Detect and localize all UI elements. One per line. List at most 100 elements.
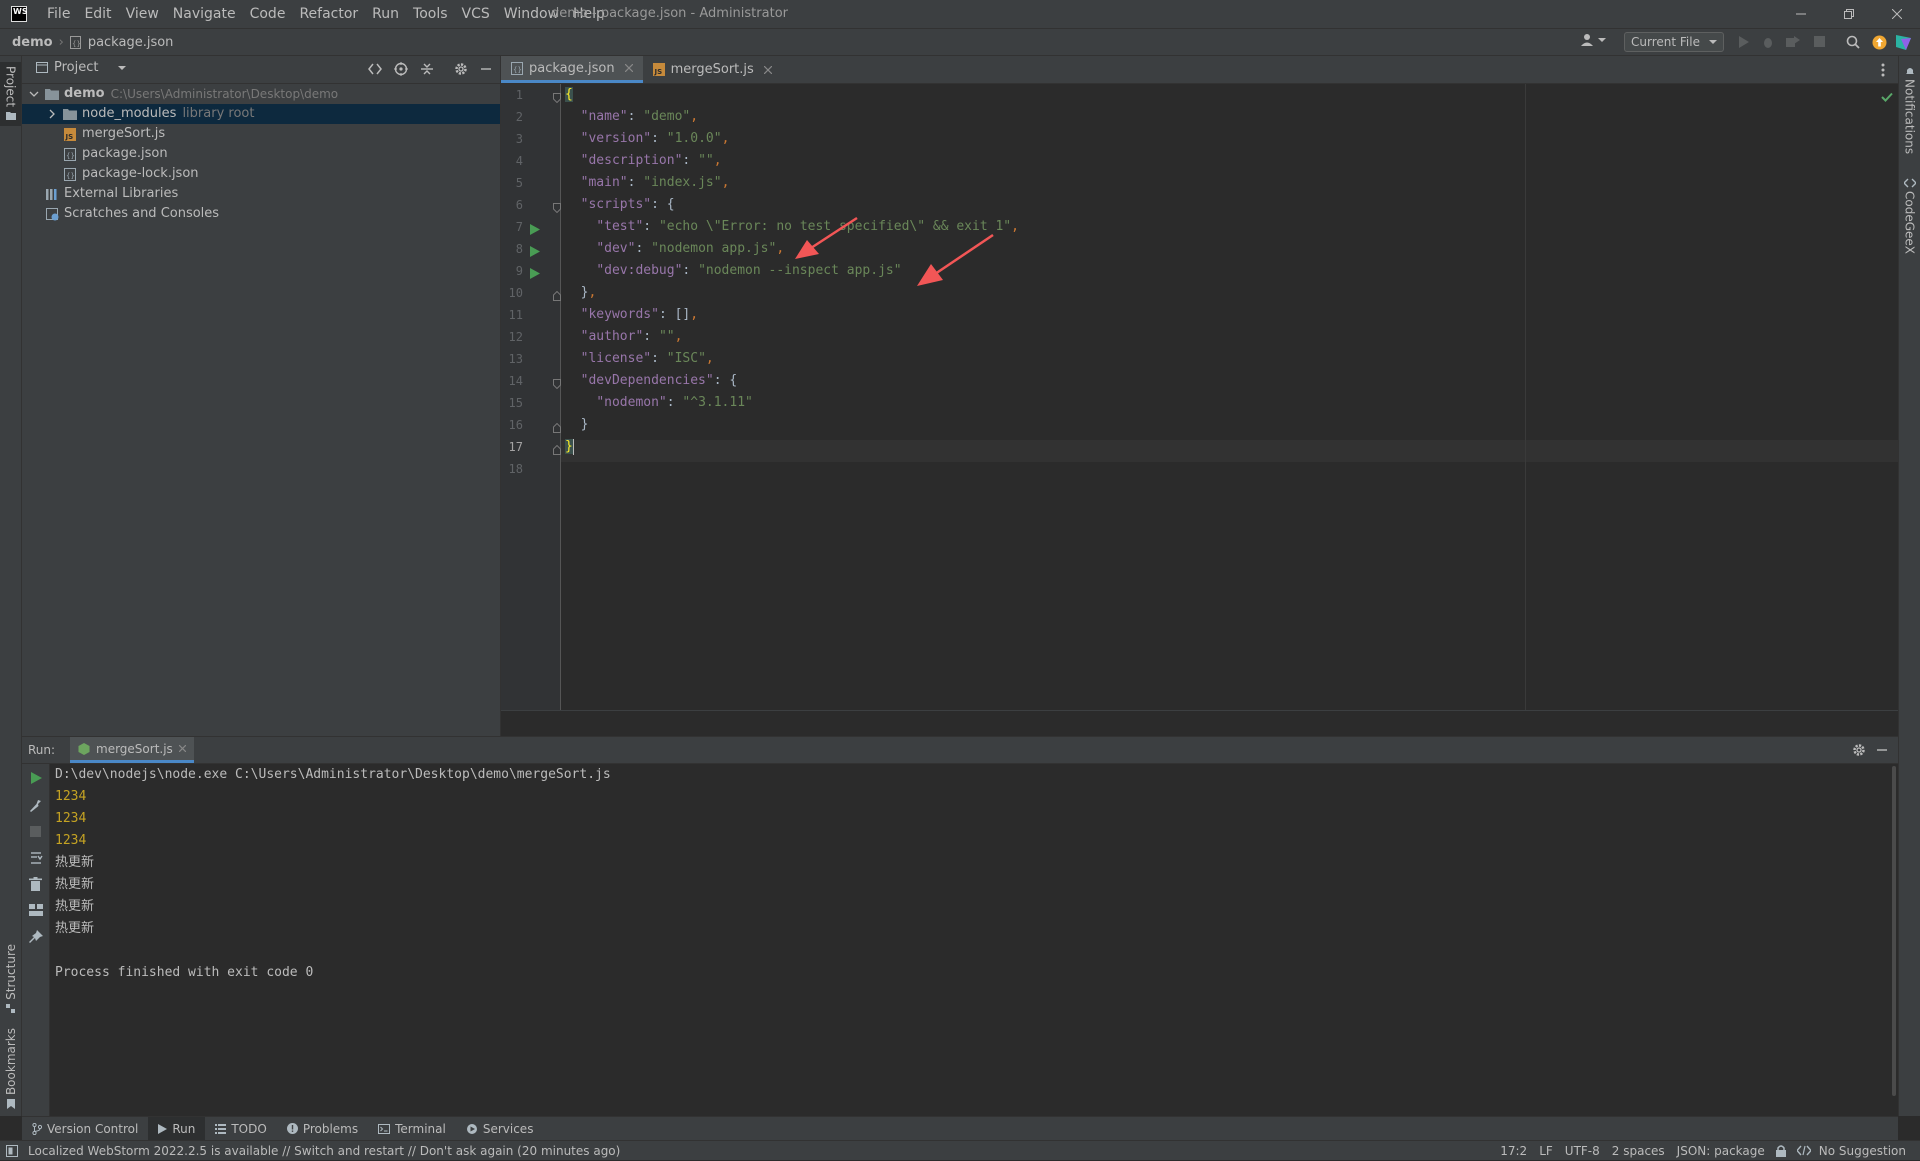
menu-vcs[interactable]: VCS — [455, 0, 497, 28]
chevron-down-icon — [1598, 38, 1606, 42]
svg-text:{}: {} — [72, 40, 81, 48]
collapse-all-button[interactable] — [420, 62, 434, 76]
fold-marker-icon[interactable] — [553, 291, 561, 301]
close-tab-icon[interactable] — [624, 64, 633, 72]
search-everywhere-button[interactable] — [1846, 35, 1860, 49]
select-opened-file-button[interactable] — [394, 62, 408, 76]
run-button[interactable] — [1738, 36, 1750, 48]
fold-marker-icon[interactable] — [553, 203, 561, 213]
minimize-button[interactable] — [1778, 0, 1824, 28]
close-tab-icon[interactable] — [763, 65, 772, 74]
editor-horizontal-scrollbar[interactable] — [501, 710, 1898, 736]
jetbrains-toolbox-icon[interactable] — [1896, 35, 1911, 50]
close-tab-icon[interactable] — [178, 745, 186, 752]
tab-mergesort-js[interactable]: JS mergeSort.js — [643, 56, 782, 83]
menu-refactor[interactable]: Refactor — [292, 0, 365, 28]
tool-tab-problems[interactable]: Problems — [277, 1117, 368, 1141]
svg-text:JS: JS — [65, 133, 74, 141]
menu-edit[interactable]: Edit — [77, 0, 118, 28]
more-tabs-button[interactable] — [1881, 63, 1885, 77]
trash-icon[interactable] — [29, 877, 42, 891]
menu-tools[interactable]: Tools — [406, 0, 455, 28]
restore-button[interactable] — [1826, 0, 1872, 28]
status-message[interactable]: Localized WebStorm 2022.2.5 is available… — [22, 1141, 626, 1161]
stop-icon[interactable] — [30, 826, 41, 837]
codegeex-tool-button[interactable]: CodeGeeX — [1899, 178, 1920, 254]
console-scrollbar[interactable] — [1890, 764, 1898, 1116]
run-script-dev-icon[interactable] — [530, 246, 540, 257]
code-line: "scripts": { — [580, 197, 675, 212]
run-configuration-select[interactable]: Current File — [1624, 32, 1724, 52]
run-script-dev-debug-icon[interactable] — [530, 268, 540, 279]
user-menu[interactable] — [1580, 33, 1606, 47]
rerun-play-icon[interactable] — [30, 772, 42, 784]
tool-tab-version-control[interactable]: Version Control — [22, 1117, 148, 1141]
fold-marker-icon[interactable] — [553, 423, 561, 433]
tree-node-node-modules[interactable]: node_modules library root — [22, 104, 500, 124]
breadcrumb-file[interactable]: package.json — [88, 35, 174, 50]
status-json-schema[interactable]: JSON: package — [1671, 1141, 1771, 1161]
status-suggestion[interactable]: No Suggestion — [1813, 1141, 1912, 1161]
svg-text:{}: {} — [66, 172, 75, 180]
fold-marker-icon[interactable] — [553, 445, 561, 455]
scroll-to-end-icon[interactable] — [29, 851, 43, 865]
layout-icon[interactable] — [29, 904, 43, 916]
coverage-button[interactable] — [1786, 36, 1800, 48]
lock-icon[interactable] — [1775, 1144, 1787, 1157]
list-icon — [215, 1123, 227, 1134]
menu-view[interactable]: View — [119, 0, 166, 28]
menu-code[interactable]: Code — [243, 0, 293, 28]
menu-navigate[interactable]: Navigate — [166, 0, 243, 28]
tree-node-scratches[interactable]: Scratches and Consoles — [22, 204, 500, 224]
status-caret-position[interactable]: 17:2 — [1494, 1141, 1533, 1161]
tree-node-mergesort-js[interactable]: JS mergeSort.js — [22, 124, 500, 144]
pin-icon[interactable] — [29, 930, 43, 944]
hide-run-panel-button[interactable] — [1876, 743, 1888, 757]
tree-node-package-lock-json[interactable]: {} package-lock.json — [22, 164, 500, 184]
fold-marker-icon[interactable] — [553, 379, 561, 389]
tree-node-package-json[interactable]: {} package.json — [22, 144, 500, 164]
menu-file[interactable]: File — [40, 0, 77, 28]
scratches-icon — [46, 207, 59, 220]
fold-marker-icon[interactable] — [553, 93, 561, 103]
hide-panel-button[interactable] — [480, 62, 492, 76]
tree-node-external-libraries[interactable]: External Libraries — [22, 184, 500, 204]
menu-run[interactable]: Run — [365, 0, 406, 28]
project-settings-button[interactable] — [454, 62, 468, 76]
project-view-selector[interactable]: Project — [36, 60, 127, 75]
project-tool-button[interactable]: Project — [0, 62, 21, 126]
breadcrumb-project[interactable]: demo — [12, 35, 53, 50]
update-button[interactable] — [1872, 35, 1887, 50]
more-vertical-icon — [1881, 63, 1885, 77]
status-indent[interactable]: 2 spaces — [1606, 1141, 1671, 1161]
tool-tab-terminal[interactable]: Terminal — [368, 1117, 456, 1141]
structure-tool-button[interactable]: Structure — [0, 944, 21, 1013]
expand-tool-windows-icon[interactable] — [6, 1144, 18, 1157]
left-tool-stripe: Project Structure Bookmarks — [0, 56, 22, 1116]
notifications-tool-button[interactable]: Notifications — [1899, 66, 1920, 154]
wrench-icon[interactable] — [29, 799, 43, 813]
no-problems-check-icon[interactable] — [1881, 92, 1893, 102]
nodejs-icon — [78, 742, 90, 755]
tool-tab-todo[interactable]: TODO — [205, 1117, 276, 1141]
tree-node-demo[interactable]: demo C:\Users\Administrator\Desktop\demo — [22, 84, 500, 104]
tool-tab-run[interactable]: Run — [148, 1116, 206, 1141]
run-tab-mergesort[interactable]: mergeSort.js — [70, 737, 194, 763]
console-line: 热更新 — [55, 877, 95, 892]
code-editor[interactable]: { "name": "demo", "version": "1.0.0", "d… — [561, 84, 1898, 710]
tool-tab-services[interactable]: Services — [456, 1117, 544, 1141]
tab-package-json[interactable]: {} package.json — [501, 56, 643, 83]
bookmarks-tool-button[interactable]: Bookmarks — [0, 1028, 21, 1110]
status-encoding[interactable]: UTF-8 — [1559, 1141, 1606, 1161]
run-console[interactable]: D:\dev\nodejs\node.exe C:\Users\Administ… — [50, 764, 1896, 1116]
debug-button[interactable] — [1762, 36, 1774, 48]
status-line-separator[interactable]: LF — [1533, 1141, 1559, 1161]
run-panel-settings-button[interactable] — [1852, 743, 1866, 757]
code-brackets-icon[interactable] — [368, 63, 382, 75]
stop-button[interactable] — [1814, 36, 1825, 47]
close-window-button[interactable] — [1874, 0, 1920, 28]
run-script-test-icon[interactable] — [530, 224, 540, 235]
editor-gutter: 1 2 3 4 5 6 7 8 9 10 11 12 13 14 15 16 1… — [501, 84, 561, 710]
folder-icon — [5, 112, 16, 121]
chevron-right-icon: › — [58, 35, 64, 50]
